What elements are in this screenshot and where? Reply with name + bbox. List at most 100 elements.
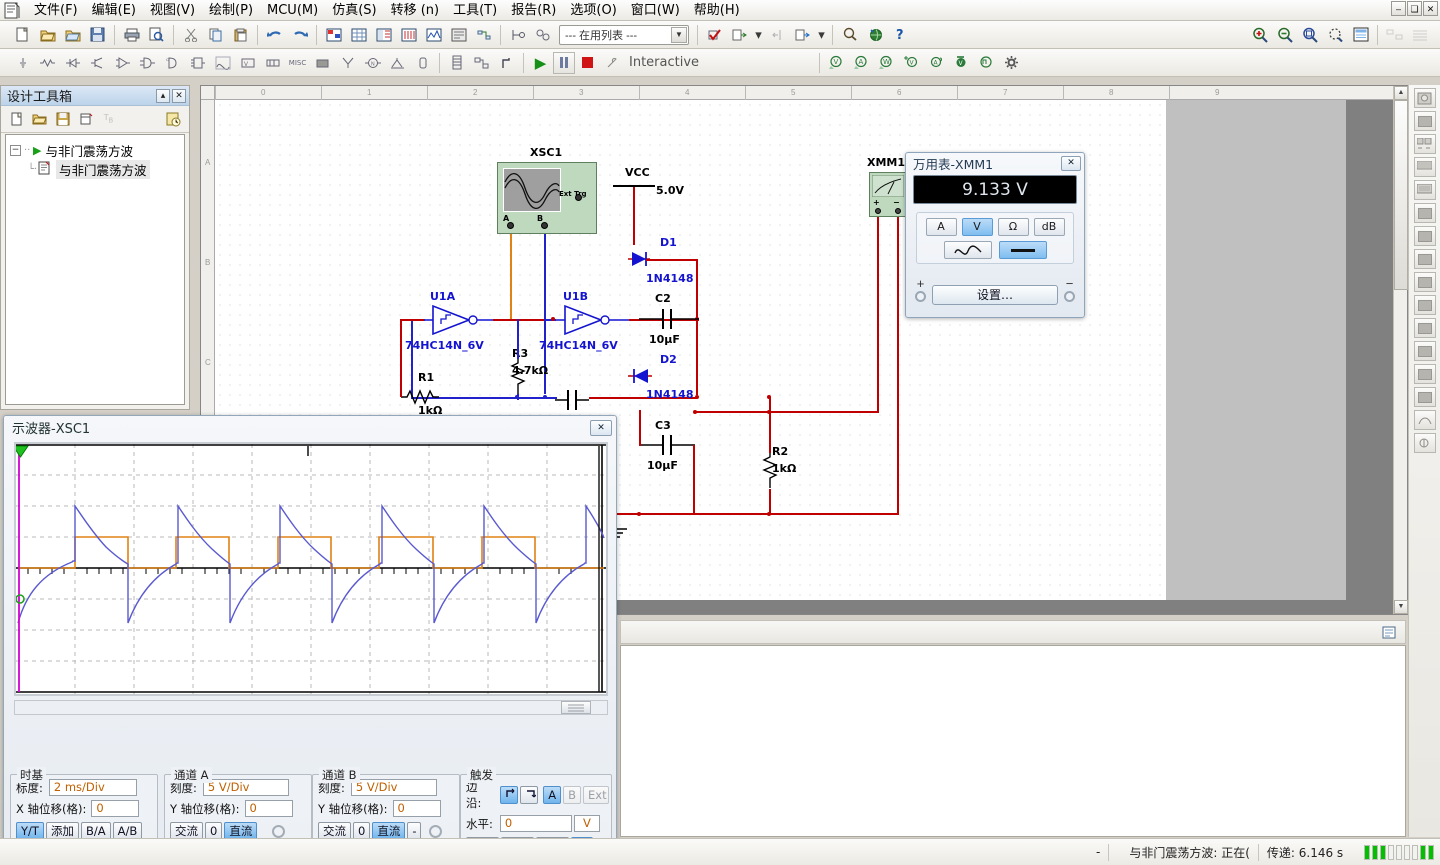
- place-misc-icon[interactable]: MISC: [286, 51, 309, 74]
- channel-a-scale-field[interactable]: 5 V/Div: [202, 779, 289, 796]
- toggle-component-wizard-icon[interactable]: [397, 23, 420, 46]
- trigger-source-ext-button[interactable]: Ext: [583, 786, 609, 804]
- place-power-icon[interactable]: [261, 51, 284, 74]
- dock-panel-3-icon[interactable]: [1413, 157, 1436, 177]
- ac-coupling-button[interactable]: [943, 241, 992, 259]
- export-icon[interactable]: [728, 23, 751, 46]
- channel-b-scale-field[interactable]: 5 V/Div: [350, 779, 437, 796]
- canvas-vertical-scrollbar[interactable]: ▲ ▼: [1393, 86, 1408, 614]
- open-design-folder-icon[interactable]: [29, 109, 50, 130]
- toggle-spreadsheet-icon[interactable]: [347, 23, 370, 46]
- capture-area-icon[interactable]: [506, 23, 529, 46]
- simulation-settings-gear-icon[interactable]: [1000, 51, 1023, 74]
- place-mcu-icon[interactable]: [411, 51, 434, 74]
- dock-panel-15-icon[interactable]: [1413, 433, 1436, 453]
- oscilloscope-screen[interactable]: [12, 442, 608, 696]
- channel-a-terminal[interactable]: [272, 824, 286, 838]
- trigger-source-b-button[interactable]: B: [563, 786, 581, 804]
- menu-simulate[interactable]: 仿真(S): [325, 1, 383, 20]
- dock-panel-11-icon[interactable]: [1413, 341, 1436, 361]
- place-transistor-icon[interactable]: [86, 51, 109, 74]
- menu-options[interactable]: 选项(O): [563, 1, 623, 20]
- save-icon[interactable]: [86, 23, 109, 46]
- menu-help[interactable]: 帮助(H): [687, 1, 747, 20]
- maximize-button[interactable]: ❑: [1407, 1, 1422, 16]
- dock-panel-13-icon[interactable]: [1413, 387, 1436, 407]
- collapse-panel-button[interactable]: ▴: [156, 88, 170, 103]
- terminal-minus[interactable]: [1064, 291, 1075, 302]
- toggle-project-bar-icon[interactable]: [322, 23, 345, 46]
- dock-panel-7-icon[interactable]: [1413, 249, 1436, 269]
- u1a-symbol[interactable]: [423, 304, 493, 336]
- dock-panel-1-icon[interactable]: [1413, 111, 1436, 131]
- copy-icon[interactable]: [204, 23, 227, 46]
- mode-ohm-button[interactable]: Ω: [997, 218, 1029, 236]
- cut-icon[interactable]: [179, 23, 202, 46]
- trigger-level-unit[interactable]: V: [573, 815, 600, 832]
- layout-list-icon[interactable]: [1408, 23, 1431, 46]
- oscilloscope-timeline-scrollbar[interactable]: [14, 700, 608, 715]
- save-design-icon[interactable]: [52, 109, 73, 130]
- menu-reports[interactable]: 报告(R): [504, 1, 563, 20]
- xmm1-symbol[interactable]: + −: [869, 172, 907, 217]
- measure-current-icon[interactable]: A: [850, 51, 873, 74]
- next-sheet-icon[interactable]: [791, 23, 814, 46]
- menu-tools[interactable]: 工具(T): [446, 1, 504, 20]
- dc-coupling-button[interactable]: [998, 241, 1047, 259]
- zoom-fit-icon[interactable]: [1324, 23, 1347, 46]
- electrical-rules-check-icon[interactable]: [472, 23, 495, 46]
- place-misc-digital-icon[interactable]: [186, 51, 209, 74]
- place-digital-signal-icon[interactable]: [495, 51, 518, 74]
- minimize-button[interactable]: –: [1391, 1, 1406, 16]
- menu-mcu[interactable]: MCU(M): [260, 1, 325, 20]
- next-sheet-dropdown-icon[interactable]: ▾: [816, 23, 827, 46]
- back-annotate-icon[interactable]: [531, 23, 554, 46]
- tree-root-row[interactable]: − ·· ▶ 与非门震荡方波: [10, 141, 180, 160]
- channel-b-ypos-field[interactable]: 0: [392, 800, 441, 817]
- close-button[interactable]: ✕: [1423, 1, 1438, 16]
- c3-symbol[interactable]: [639, 432, 695, 458]
- d2-symbol[interactable]: [620, 365, 666, 387]
- c1-symbol[interactable]: [555, 386, 589, 414]
- oscilloscope-close-button[interactable]: ✕: [590, 419, 612, 436]
- find-component-icon[interactable]: [838, 23, 861, 46]
- menu-place[interactable]: 绘制(P): [202, 1, 260, 20]
- measure-voltage-icon[interactable]: V: [825, 51, 848, 74]
- menu-view[interactable]: 视图(V): [143, 1, 202, 20]
- multimeter-close-button[interactable]: ✕: [1061, 156, 1081, 171]
- new-file-icon[interactable]: [11, 23, 34, 46]
- channel-a-ypos-field[interactable]: 0: [244, 800, 293, 817]
- c2-symbol[interactable]: [639, 306, 699, 332]
- measure-waveform-icon[interactable]: [975, 51, 998, 74]
- redo-icon[interactable]: [288, 23, 311, 46]
- menu-window[interactable]: 窗口(W): [624, 1, 687, 20]
- menu-transfer[interactable]: 转移 (n): [384, 1, 447, 20]
- help-icon[interactable]: ?: [888, 23, 911, 46]
- place-mixed-icon[interactable]: [211, 51, 234, 74]
- open-design-icon[interactable]: [61, 23, 84, 46]
- trigger-rising-edge-button[interactable]: [500, 786, 519, 804]
- mode-ampere-button[interactable]: A: [925, 218, 957, 236]
- place-bus-icon[interactable]: [470, 51, 493, 74]
- dock-panel-9-icon[interactable]: [1413, 295, 1436, 315]
- tree-expander-icon[interactable]: −: [10, 145, 21, 156]
- channel-b-terminal[interactable]: [429, 824, 443, 838]
- zoom-full-page-icon[interactable]: [1349, 23, 1372, 46]
- pause-simulation-button[interactable]: [553, 51, 575, 74]
- mode-volt-button[interactable]: V: [961, 218, 993, 236]
- toggle-database-icon[interactable]: [372, 23, 395, 46]
- stop-simulation-button[interactable]: [576, 51, 599, 74]
- dock-panel-12-icon[interactable]: [1413, 364, 1436, 384]
- dock-panel-10-icon[interactable]: [1413, 318, 1436, 338]
- zoom-in-icon[interactable]: [1249, 23, 1272, 46]
- open-file-icon[interactable]: [36, 23, 59, 46]
- undo-icon[interactable]: [263, 23, 286, 46]
- dock-panel-14-icon[interactable]: [1413, 410, 1436, 430]
- print-icon[interactable]: [120, 23, 143, 46]
- place-connector-icon[interactable]: [386, 51, 409, 74]
- scroll-up-button[interactable]: ▲: [1394, 86, 1408, 100]
- new-subcircuit-icon[interactable]: [75, 109, 96, 130]
- toggle-grapher-icon[interactable]: [422, 23, 445, 46]
- dock-panel-8-icon[interactable]: [1413, 272, 1436, 292]
- place-analog-icon[interactable]: [111, 51, 134, 74]
